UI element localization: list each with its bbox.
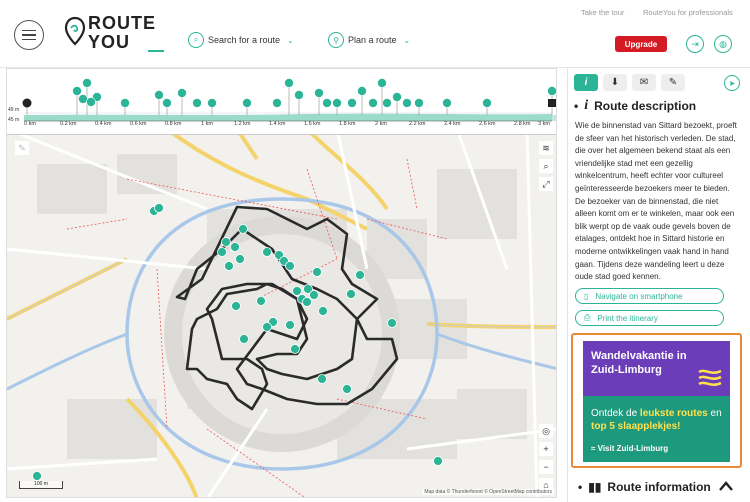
elevation-tick: 1.6 km	[304, 121, 321, 127]
chevron-down-icon: ⌄	[403, 35, 411, 45]
info-icon: i	[584, 98, 589, 113]
elevation-tick: 2 km	[375, 121, 387, 127]
wave-icon: ≈	[591, 444, 598, 453]
bullet-icon: •	[574, 99, 579, 113]
locate-button[interactable]: ◎	[539, 424, 553, 438]
elevation-tick: 0 km	[24, 121, 36, 127]
elevation-profile[interactable]: 49 m 45 m 0 km 0.2 km 0.4 km 0.6 km 0.8 …	[7, 69, 556, 135]
language-button[interactable]: ◍	[714, 35, 732, 53]
map-panel[interactable]: 49 m 45 m 0 km 0.2 km 0.4 km 0.6 km 0.8 …	[6, 68, 557, 498]
top-header: ROUTE YOU ⌕ Search for a route ⌄ ⚲ Plan …	[0, 0, 750, 68]
route-description-title: Route description	[594, 99, 697, 113]
ad-visit-link[interactable]: ≈ Visit Zuid-Limburg	[591, 444, 668, 453]
map-search-button[interactable]: ⌕	[539, 159, 553, 173]
tab-edit[interactable]: ✎	[661, 74, 685, 91]
draw-tool-button[interactable]: ✎	[15, 141, 29, 155]
route-information-heading[interactable]: • ▮▮ Route information	[578, 480, 711, 494]
bar-chart-icon: ▮▮	[588, 480, 602, 494]
elevation-tick: 2.6 km	[479, 121, 496, 127]
plan-route-label: Plan a route	[348, 35, 397, 45]
elevation-tick: 1.2 km	[234, 121, 251, 127]
elevation-tick: 1 km	[201, 121, 213, 127]
search-route-label: Search for a route	[208, 35, 281, 45]
logo-pin-icon	[64, 16, 86, 46]
ad-visit-label: Visit Zuid-Limburg	[597, 444, 669, 453]
professionals-link[interactable]: RouteYou for professionals	[643, 8, 733, 17]
send-to-device-button[interactable]: ➤	[724, 75, 740, 91]
tab-mail[interactable]: ✉	[632, 74, 656, 91]
ad-body-highlight: leukste routes	[639, 408, 708, 419]
login-button[interactable]: ⇥	[686, 35, 704, 53]
locate-icon: ◎	[542, 425, 550, 436]
print-icon: ⎙	[584, 313, 591, 322]
elevation-tick: 3 km	[538, 121, 550, 127]
ad-body: Ontdek de leukste routes en top 5 slaapp…	[591, 407, 726, 433]
route-sidebar: i ⬇ ✉ ✎ ➤ • i Route description Wie de b…	[567, 68, 750, 502]
navigate-smartphone-button[interactable]: ▯ Navigate on smartphone	[575, 288, 724, 304]
ad-banner[interactable]: Wandelvakantie in Zuid-Limburg Ontdek de…	[583, 341, 730, 462]
ad-title: Wandelvakantie in Zuid-Limburg	[591, 350, 687, 376]
globe-icon: ◍	[719, 38, 727, 49]
ad-body-highlight: top 5 slaapplekjes!	[591, 421, 681, 432]
map-attribution[interactable]: Map data © Thunderforest © OpenStreetMap…	[422, 489, 554, 495]
pencil-icon: ✎	[18, 142, 26, 153]
map-scale: 100 m	[19, 481, 63, 489]
pin-icon: ⚲	[328, 32, 344, 48]
sidebar-tabs: i ⬇ ✉ ✎	[574, 74, 685, 91]
layers-icon: ≋	[542, 142, 550, 153]
routeyou-logo[interactable]: ROUTE YOU	[64, 14, 164, 54]
phone-icon: ▯	[584, 291, 589, 301]
take-tour-link[interactable]: Take the tour	[581, 8, 624, 17]
elevation-tick: 1.8 km	[339, 121, 356, 127]
layers-button[interactable]: ≋	[539, 141, 553, 155]
zoom-out-button[interactable]: −	[539, 460, 553, 474]
chevron-up-icon[interactable]	[718, 480, 734, 492]
wave-logo-icon	[698, 369, 722, 386]
chevron-down-icon: ⌄	[287, 35, 294, 45]
logo-text-route: ROUTE	[88, 13, 156, 33]
elevation-tick: 0.8 km	[165, 121, 182, 127]
upgrade-button[interactable]: Upgrade	[615, 36, 667, 52]
elevation-tick: 0.4 km	[95, 121, 112, 127]
navigate-label: Navigate on smartphone	[595, 291, 683, 301]
elevation-tick: 0.6 km	[130, 121, 147, 127]
ad-header: Wandelvakantie in Zuid-Limburg	[583, 341, 730, 396]
fullscreen-button[interactable]: ⤢	[539, 177, 553, 191]
tab-download[interactable]: ⬇	[603, 74, 627, 91]
ad-body-text: en	[707, 408, 722, 419]
fullscreen-icon: ⤢	[542, 178, 550, 189]
print-label: Print the itinerary	[597, 313, 658, 323]
elevation-tick: 2.4 km	[444, 121, 461, 127]
search-icon: ⌕	[543, 160, 549, 171]
route-description-heading[interactable]: • i Route description	[574, 98, 696, 114]
tab-info[interactable]: i	[574, 74, 598, 91]
plan-route-nav[interactable]: ⚲ Plan a route ⌄	[328, 32, 410, 48]
ad-body-text: Ontdek de	[591, 408, 640, 419]
logo-underline	[148, 50, 164, 52]
menu-button[interactable]	[14, 20, 44, 50]
route-description-text: Wie de binnenstad van Sittard bezoekt, p…	[575, 121, 737, 282]
send-icon: ➤	[728, 78, 736, 88]
elevation-tick: 0.2 km	[60, 121, 77, 127]
elevation-ylabel-top: 49 m	[8, 107, 20, 113]
logo-text-you: YOU	[88, 32, 131, 52]
zoom-in-button[interactable]: +	[539, 442, 553, 456]
elevation-tick: 1.4 km	[269, 121, 286, 127]
route-information-title: Route information	[607, 480, 711, 494]
search-route-nav[interactable]: ⌕ Search for a route ⌄	[188, 32, 294, 48]
advertisement[interactable]: Wandelvakantie in Zuid-Limburg Ontdek de…	[571, 333, 742, 468]
bullet-icon: •	[578, 480, 583, 494]
elevation-ylabel-bottom: 45 m	[8, 117, 20, 123]
login-icon: ⇥	[691, 38, 699, 49]
elevation-tick: 2.8 km	[514, 121, 531, 127]
search-icon: ⌕	[188, 32, 204, 48]
elevation-tick: 2.2 km	[409, 121, 426, 127]
print-itinerary-button[interactable]: ⎙ Print the itinerary	[575, 310, 724, 326]
